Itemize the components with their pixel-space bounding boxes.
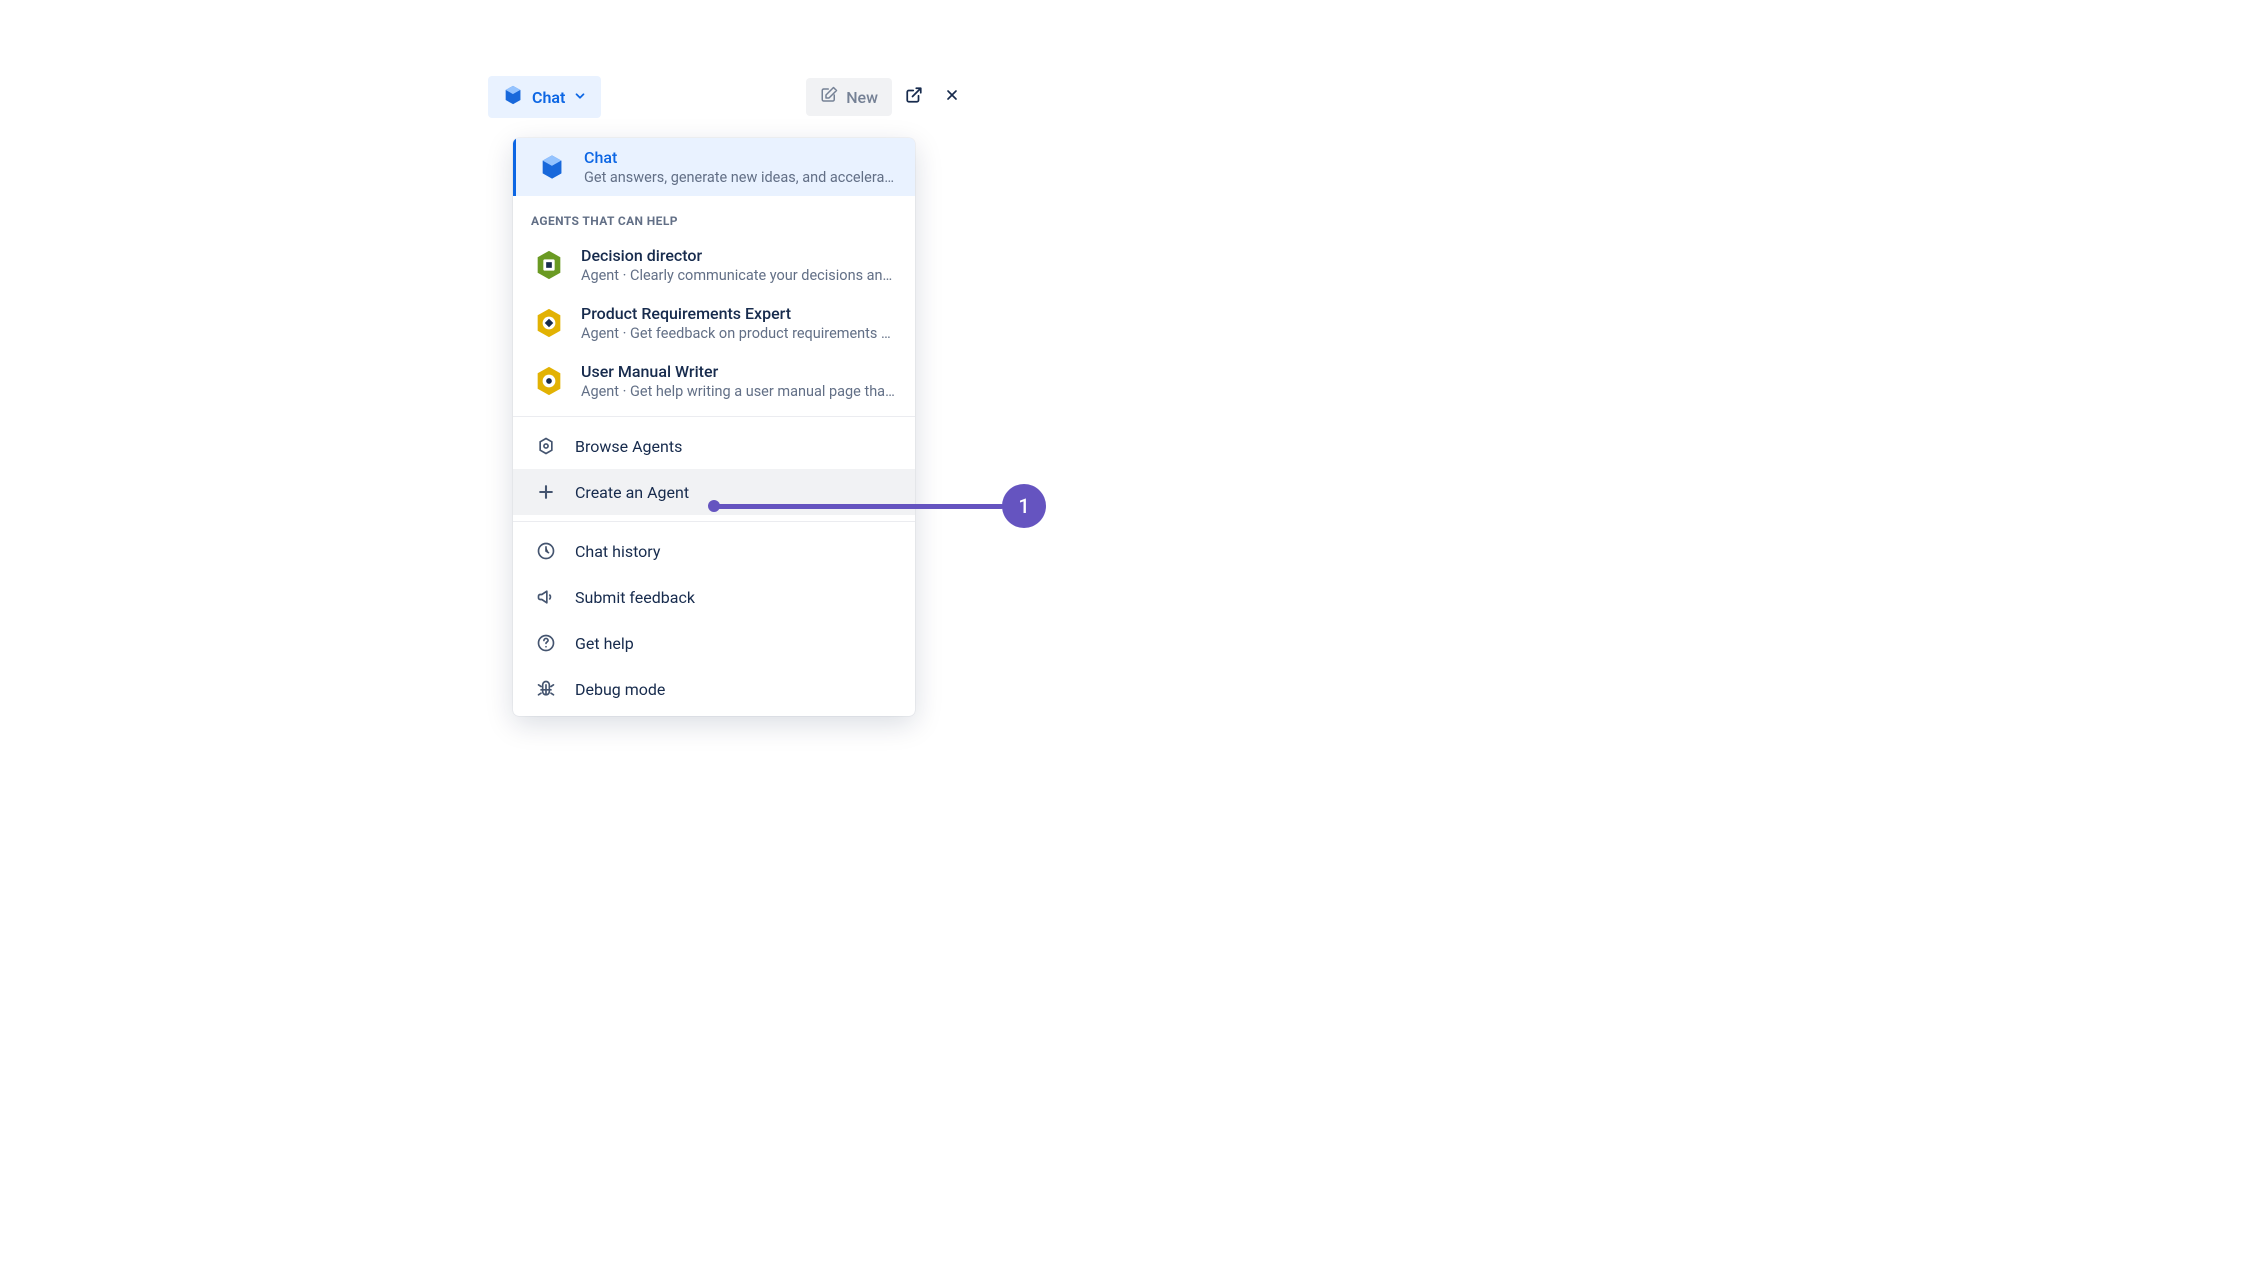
megaphone-icon xyxy=(535,586,557,608)
agent-title: Decision director xyxy=(581,246,897,265)
action-label: Create an Agent xyxy=(575,483,689,502)
action-label: Debug mode xyxy=(575,680,665,699)
action-label: Get help xyxy=(575,634,634,653)
submit-feedback-button[interactable]: Submit feedback xyxy=(513,574,915,620)
chat-dropdown-menu: Chat Get answers, generate new ideas, an… xyxy=(513,138,915,716)
chat-option[interactable]: Chat Get answers, generate new ideas, an… xyxy=(513,138,915,196)
agent-title: User Manual Writer xyxy=(581,362,897,381)
divider xyxy=(513,416,915,417)
chat-selector-label: Chat xyxy=(532,88,565,107)
chevron-down-icon xyxy=(573,88,587,107)
clock-icon xyxy=(535,540,557,562)
agent-icon xyxy=(531,305,567,341)
new-button[interactable]: New xyxy=(806,78,892,116)
header-actions: New xyxy=(806,78,968,116)
new-button-label: New xyxy=(846,88,878,107)
agent-decision-director[interactable]: Decision director Agent · Clearly commun… xyxy=(513,236,915,294)
agent-subtitle: Agent · Get feedback on product requirem… xyxy=(581,325,897,342)
open-external-button[interactable] xyxy=(898,81,930,113)
annotation-line xyxy=(712,504,1004,509)
chat-option-subtitle: Get answers, generate new ideas, and acc… xyxy=(584,169,897,186)
annotation-callout: 1 xyxy=(712,484,1046,528)
logo-icon xyxy=(502,84,524,110)
debug-mode-button[interactable]: Debug mode xyxy=(513,666,915,716)
compose-icon xyxy=(820,86,838,108)
agent-product-requirements-expert[interactable]: Product Requirements Expert Agent · Get … xyxy=(513,294,915,352)
close-icon xyxy=(944,87,960,107)
chat-panel: Chat New xyxy=(474,66,974,128)
action-label: Submit feedback xyxy=(575,588,695,607)
external-link-icon xyxy=(905,86,923,108)
agent-subtitle: Agent · Clearly communicate your decisio… xyxy=(581,267,897,284)
action-label: Chat history xyxy=(575,542,660,561)
close-button[interactable] xyxy=(936,81,968,113)
logo-icon xyxy=(534,149,570,185)
chat-selector-button[interactable]: Chat xyxy=(488,76,601,118)
agent-subtitle: Agent · Get help writing a user manual p… xyxy=(581,383,897,400)
action-label: Browse Agents xyxy=(575,437,682,456)
chat-history-button[interactable]: Chat history xyxy=(513,528,915,574)
annotation-badge: 1 xyxy=(1002,484,1046,528)
bug-icon xyxy=(535,678,557,700)
agent-icon xyxy=(531,363,567,399)
get-help-button[interactable]: Get help xyxy=(513,620,915,666)
browse-agents-button[interactable]: Browse Agents xyxy=(513,423,915,469)
agent-user-manual-writer[interactable]: User Manual Writer Agent · Get help writ… xyxy=(513,352,915,410)
panel-header: Chat New xyxy=(474,66,974,128)
annotation-number: 1 xyxy=(1018,494,1029,518)
agents-section-label: AGENTS THAT CAN HELP xyxy=(513,196,915,236)
agent-icon xyxy=(531,247,567,283)
agent-title: Product Requirements Expert xyxy=(581,304,897,323)
chat-option-title: Chat xyxy=(584,148,897,167)
browse-icon xyxy=(535,435,557,457)
plus-icon xyxy=(535,481,557,503)
help-icon xyxy=(535,632,557,654)
